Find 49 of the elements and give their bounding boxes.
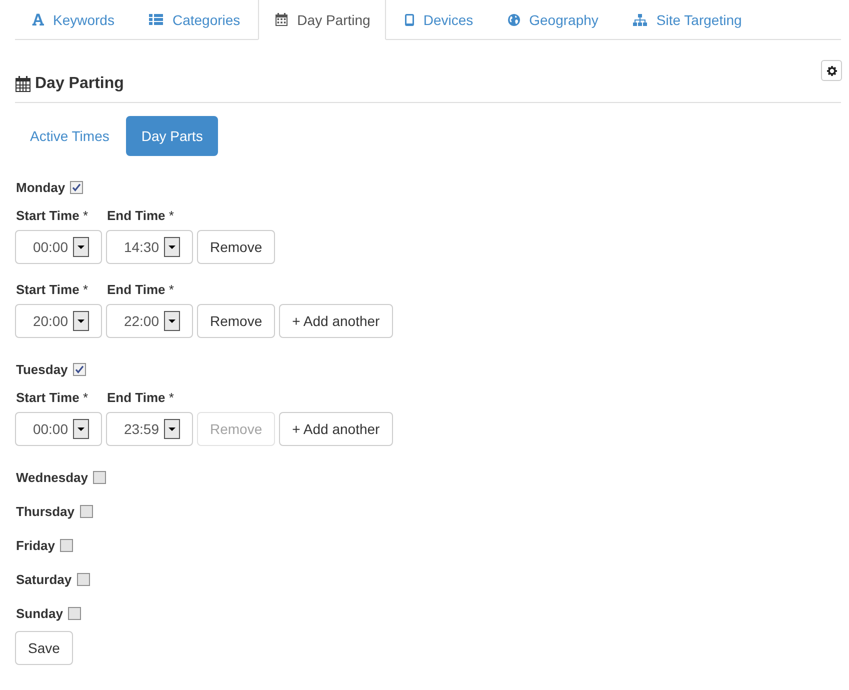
- day-label: Saturday: [16, 572, 72, 586]
- tab[interactable]: Geography: [491, 0, 614, 40]
- tab[interactable]: Keywords: [15, 0, 130, 40]
- sitemap-icon: [633, 14, 648, 26]
- calendar-icon: [275, 13, 288, 26]
- end-time-label: End Time*: [107, 208, 174, 222]
- checkbox[interactable]: [68, 606, 81, 620]
- end-time-label: End Time*: [107, 390, 174, 404]
- end-time-select[interactable]: 22:00: [106, 304, 193, 338]
- tab[interactable]: Day Parting: [258, 0, 386, 40]
- tab[interactable]: Site Targeting: [616, 0, 758, 40]
- start-time-select[interactable]: 20:00: [15, 304, 102, 338]
- end-time-select[interactable]: 23:59: [106, 412, 193, 446]
- day-label: Thursday: [16, 504, 75, 518]
- start-time-select[interactable]: 00:00: [15, 230, 102, 264]
- tab[interactable]: Devices: [388, 0, 490, 40]
- remove-button[interactable]: Remove: [197, 304, 276, 338]
- start-time-label: Start Time*: [16, 208, 88, 222]
- day-label: Friday: [16, 538, 56, 552]
- settings-icon: [826, 66, 836, 76]
- day-label: Tuesday: [16, 362, 68, 376]
- checkbox[interactable]: [60, 538, 74, 552]
- day-label: Monday: [16, 180, 66, 194]
- start-time-label: Start Time*: [16, 282, 88, 296]
- add-another-button[interactable]: + Add another: [279, 412, 393, 446]
- checkbox[interactable]: [70, 180, 84, 194]
- list-icon: [149, 14, 164, 25]
- save-button[interactable]: Save: [15, 631, 73, 665]
- start-time-label: Start Time*: [16, 390, 88, 404]
- mode-pill[interactable]: Active Times: [15, 116, 124, 156]
- start-time-select[interactable]: 00:00: [15, 412, 102, 446]
- globe-icon: [508, 14, 520, 26]
- end-time-label: End Time*: [107, 282, 174, 296]
- checkbox[interactable]: [72, 362, 86, 376]
- mode-pill[interactable]: Day Parts: [126, 116, 218, 156]
- day-label: Wednesday: [16, 470, 88, 484]
- checkbox[interactable]: [80, 504, 93, 518]
- calendar-icon: [15, 76, 31, 92]
- day-label: Sunday: [16, 606, 63, 620]
- remove-button[interactable]: Remove: [197, 230, 276, 264]
- checkbox[interactable]: [93, 470, 106, 484]
- tablet-icon: [405, 14, 414, 26]
- section-title: Day Parting: [35, 74, 124, 94]
- settings-button[interactable]: [821, 60, 842, 81]
- end-time-select[interactable]: 14:30: [106, 230, 193, 264]
- add-another-button[interactable]: + Add another: [279, 304, 393, 338]
- tab[interactable]: Categories: [132, 0, 256, 40]
- font-icon: [32, 13, 44, 26]
- checkbox[interactable]: [76, 572, 90, 586]
